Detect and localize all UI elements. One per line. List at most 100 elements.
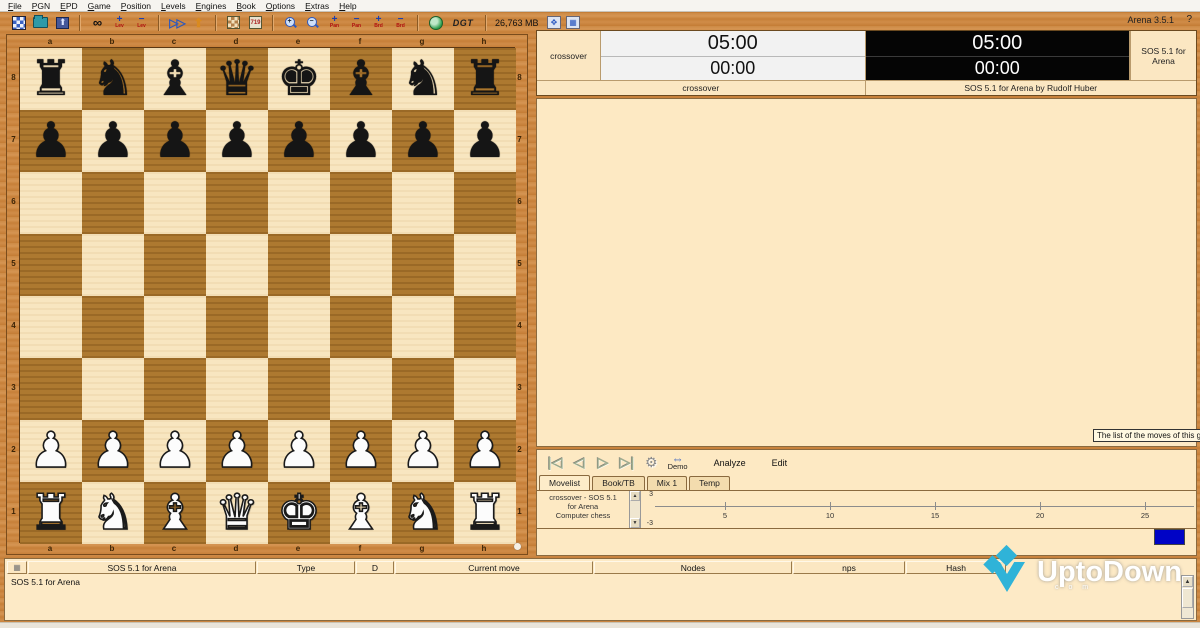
menu-item-engines[interactable]: Engines [191, 0, 232, 12]
zoom-in-button[interactable]: + [281, 14, 300, 31]
square-c2[interactable]: ♟ [144, 420, 206, 482]
level-minus-button[interactable]: −Lev [132, 14, 151, 31]
square-f5[interactable] [330, 234, 392, 296]
first-move-button[interactable]: |◁ [545, 455, 565, 471]
engine-table-corner-icon[interactable]: ▦ [7, 561, 27, 574]
fullscreen-button[interactable]: ✥ [545, 14, 564, 31]
square-e8[interactable]: ♚ [268, 48, 330, 110]
square-h6[interactable] [454, 172, 516, 234]
engine-column-d[interactable]: D [356, 561, 394, 574]
square-c4[interactable] [144, 296, 206, 358]
square-b7[interactable]: ♟ [82, 110, 144, 172]
save-button[interactable] [53, 14, 72, 31]
square-f7[interactable]: ♟ [330, 110, 392, 172]
square-g3[interactable] [392, 358, 454, 420]
last-move-button[interactable]: ▷| [617, 455, 637, 471]
square-e5[interactable] [268, 234, 330, 296]
menu-item-extras[interactable]: Extras [300, 0, 334, 12]
square-g7[interactable]: ♟ [392, 110, 454, 172]
tab-mix-1[interactable]: Mix 1 [647, 476, 687, 491]
square-h2[interactable]: ♟ [454, 420, 516, 482]
menu-item-epd[interactable]: EPD [55, 0, 82, 12]
square-d4[interactable] [206, 296, 268, 358]
board-plus-button[interactable]: +Brd [369, 14, 388, 31]
square-c5[interactable] [144, 234, 206, 296]
square-a5[interactable] [20, 234, 82, 296]
square-b2[interactable]: ♟ [82, 420, 144, 482]
engine-column-current-move[interactable]: Current move [395, 561, 593, 574]
pane-minus-button[interactable]: −Pan [347, 14, 366, 31]
square-c1[interactable]: ♝ [144, 482, 206, 544]
move-now-button[interactable]: ⬆ [189, 14, 208, 31]
board-setup-button[interactable] [224, 14, 243, 31]
zoom-out-button[interactable]: − [303, 14, 322, 31]
square-a4[interactable] [20, 296, 82, 358]
analyze-infinite-button[interactable]: ∞ [88, 14, 107, 31]
engine-column-sos-5-1-for-arena[interactable]: SOS 5.1 for Arena [28, 561, 256, 574]
square-e2[interactable]: ♟ [268, 420, 330, 482]
engine-column-nodes[interactable]: Nodes [594, 561, 792, 574]
game-notation-panel[interactable] [536, 98, 1197, 447]
square-a8[interactable]: ♜ [20, 48, 82, 110]
dgt-board-button[interactable]: DGT [448, 14, 478, 31]
square-d2[interactable]: ♟ [206, 420, 268, 482]
board-resize-dot[interactable] [514, 543, 521, 550]
square-b8[interactable]: ♞ [82, 48, 144, 110]
tab-temp[interactable]: Temp [689, 476, 730, 491]
menu-item-pgn[interactable]: PGN [27, 0, 55, 12]
square-e1[interactable]: ♚ [268, 482, 330, 544]
gear-icon[interactable]: ⚙ [645, 454, 658, 471]
open-button[interactable] [31, 14, 50, 31]
square-e3[interactable] [268, 358, 330, 420]
square-c8[interactable]: ♝ [144, 48, 206, 110]
edit-button[interactable]: Edit [772, 458, 788, 468]
next-move-button[interactable]: ▷ [593, 455, 613, 471]
square-b3[interactable] [82, 358, 144, 420]
square-f2[interactable]: ♟ [330, 420, 392, 482]
demo-toggle[interactable]: ⇔ Demo [668, 455, 688, 471]
square-c6[interactable] [144, 172, 206, 234]
tab-book-tb[interactable]: Book/TB [592, 476, 645, 491]
square-c7[interactable]: ♟ [144, 110, 206, 172]
square-b1[interactable]: ♞ [82, 482, 144, 544]
evaluation-graph-plot[interactable]: 510152025 [655, 491, 1196, 528]
tab-movelist[interactable]: Movelist [539, 475, 590, 490]
layout-grid-button[interactable]: ▦ [564, 14, 583, 31]
board-minus-button[interactable]: −Brd [391, 14, 410, 31]
square-a1[interactable]: ♜ [20, 482, 82, 544]
square-g6[interactable] [392, 172, 454, 234]
square-g2[interactable]: ♟ [392, 420, 454, 482]
engine-column-type[interactable]: Type [257, 561, 355, 574]
engine-column-nps[interactable]: nps [793, 561, 905, 574]
square-e6[interactable] [268, 172, 330, 234]
square-d8[interactable]: ♛ [206, 48, 268, 110]
square-a7[interactable]: ♟ [20, 110, 82, 172]
square-d1[interactable]: ♛ [206, 482, 268, 544]
square-g4[interactable] [392, 296, 454, 358]
analyze-button[interactable]: Analyze [714, 458, 746, 468]
menu-item-options[interactable]: Options [261, 0, 300, 12]
square-h4[interactable] [454, 296, 516, 358]
square-f4[interactable] [330, 296, 392, 358]
scroll-down-icon[interactable]: ▼ [630, 518, 640, 528]
square-c3[interactable] [144, 358, 206, 420]
menu-item-file[interactable]: File [3, 0, 27, 12]
new-game-button[interactable] [9, 14, 28, 31]
square-d3[interactable] [206, 358, 268, 420]
menu-item-game[interactable]: Game [83, 0, 116, 12]
square-e7[interactable]: ♟ [268, 110, 330, 172]
internet-button[interactable] [426, 14, 445, 31]
square-g1[interactable]: ♞ [392, 482, 454, 544]
square-e4[interactable] [268, 296, 330, 358]
menu-item-levels[interactable]: Levels [156, 0, 191, 12]
menu-item-book[interactable]: Book [231, 0, 260, 12]
engine-panel-scrollbar[interactable]: ▲ [1181, 575, 1194, 619]
menu-item-position[interactable]: Position [116, 0, 156, 12]
square-b5[interactable] [82, 234, 144, 296]
scroll-up-icon[interactable]: ▲ [630, 491, 640, 501]
square-d5[interactable] [206, 234, 268, 296]
engine-name-row[interactable]: SOS 5.1 for Arena [7, 575, 84, 589]
square-b4[interactable] [82, 296, 144, 358]
square-a2[interactable]: ♟ [20, 420, 82, 482]
engine-column-hash[interactable]: Hash [906, 561, 1006, 574]
